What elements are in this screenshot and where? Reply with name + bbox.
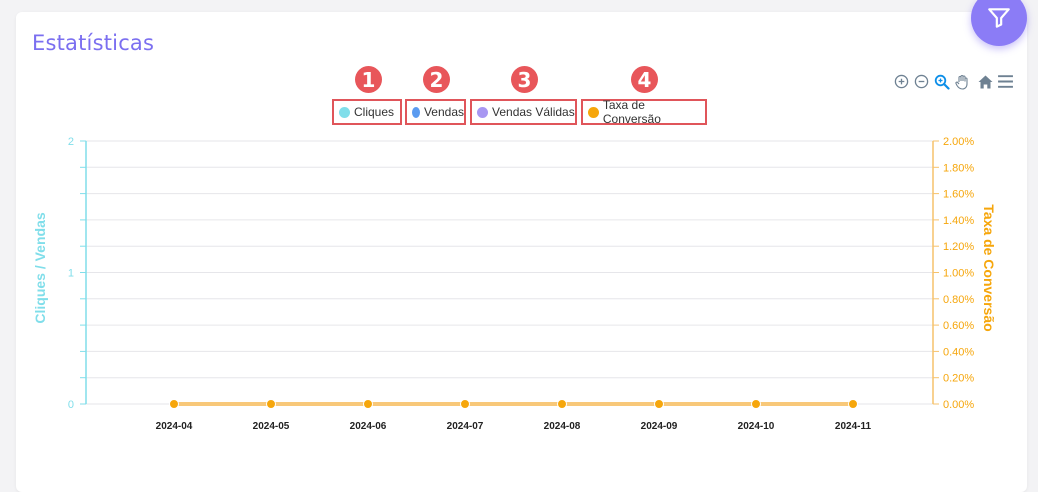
series-point[interactable]	[751, 399, 761, 409]
series-point[interactable]	[363, 399, 373, 409]
right-tick-label: 0.40%	[943, 346, 974, 358]
right-tick-label: 1.60%	[943, 189, 974, 201]
x-tick-label: 2024-10	[738, 421, 775, 432]
x-tick-label: 2024-05	[253, 421, 290, 432]
right-tick-label: 0.60%	[943, 320, 974, 332]
right-tick-label: 1.00%	[943, 268, 974, 280]
right-tick-label: 0.80%	[943, 294, 974, 306]
right-tick-label: 1.40%	[943, 215, 974, 227]
x-tick-label: 2024-11	[835, 421, 872, 432]
right-axis-title: Taxa de Conversão	[981, 204, 997, 331]
series-group	[169, 399, 858, 409]
x-tick-label: 2024-06	[350, 421, 387, 432]
x-tick-label: 2024-09	[641, 421, 678, 432]
left-axis-ticks: 0 1 2	[68, 136, 86, 411]
x-axis-ticks: 2024-04 2024-05 2024-06 2024-07 2024-08 2024-…	[156, 421, 872, 432]
right-tick-label: 1.20%	[943, 241, 974, 253]
right-tick-label: 0.20%	[943, 373, 974, 385]
left-axis-title: Cliques / Vendas	[32, 212, 48, 323]
right-tick-label: 2.00%	[943, 136, 974, 148]
right-tick-label: 1.80%	[943, 162, 974, 174]
series-point[interactable]	[654, 399, 664, 409]
right-tick-label: 0.00%	[943, 399, 974, 411]
x-tick-label: 2024-04	[156, 421, 193, 432]
series-point[interactable]	[848, 399, 858, 409]
series-point[interactable]	[266, 399, 276, 409]
grid-lines	[86, 140, 933, 405]
left-tick-label: 1	[68, 268, 74, 280]
series-point[interactable]	[169, 399, 179, 409]
left-tick-label: 0	[68, 399, 74, 411]
chart-plot: 0 1 2 0.00% 0.20% 0.40% 0.60% 0.80% 1.00% 1.20% 1…	[32, 136, 997, 432]
x-tick-label: 2024-08	[544, 421, 581, 432]
left-tick-label: 2	[68, 136, 74, 148]
x-tick-label: 2024-07	[447, 421, 484, 432]
series-point[interactable]	[557, 399, 567, 409]
series-point[interactable]	[460, 399, 470, 409]
right-axis-ticks: 0.00% 0.20% 0.40% 0.60% 0.80% 1.00% 1.20% 1.40%…	[933, 136, 974, 411]
